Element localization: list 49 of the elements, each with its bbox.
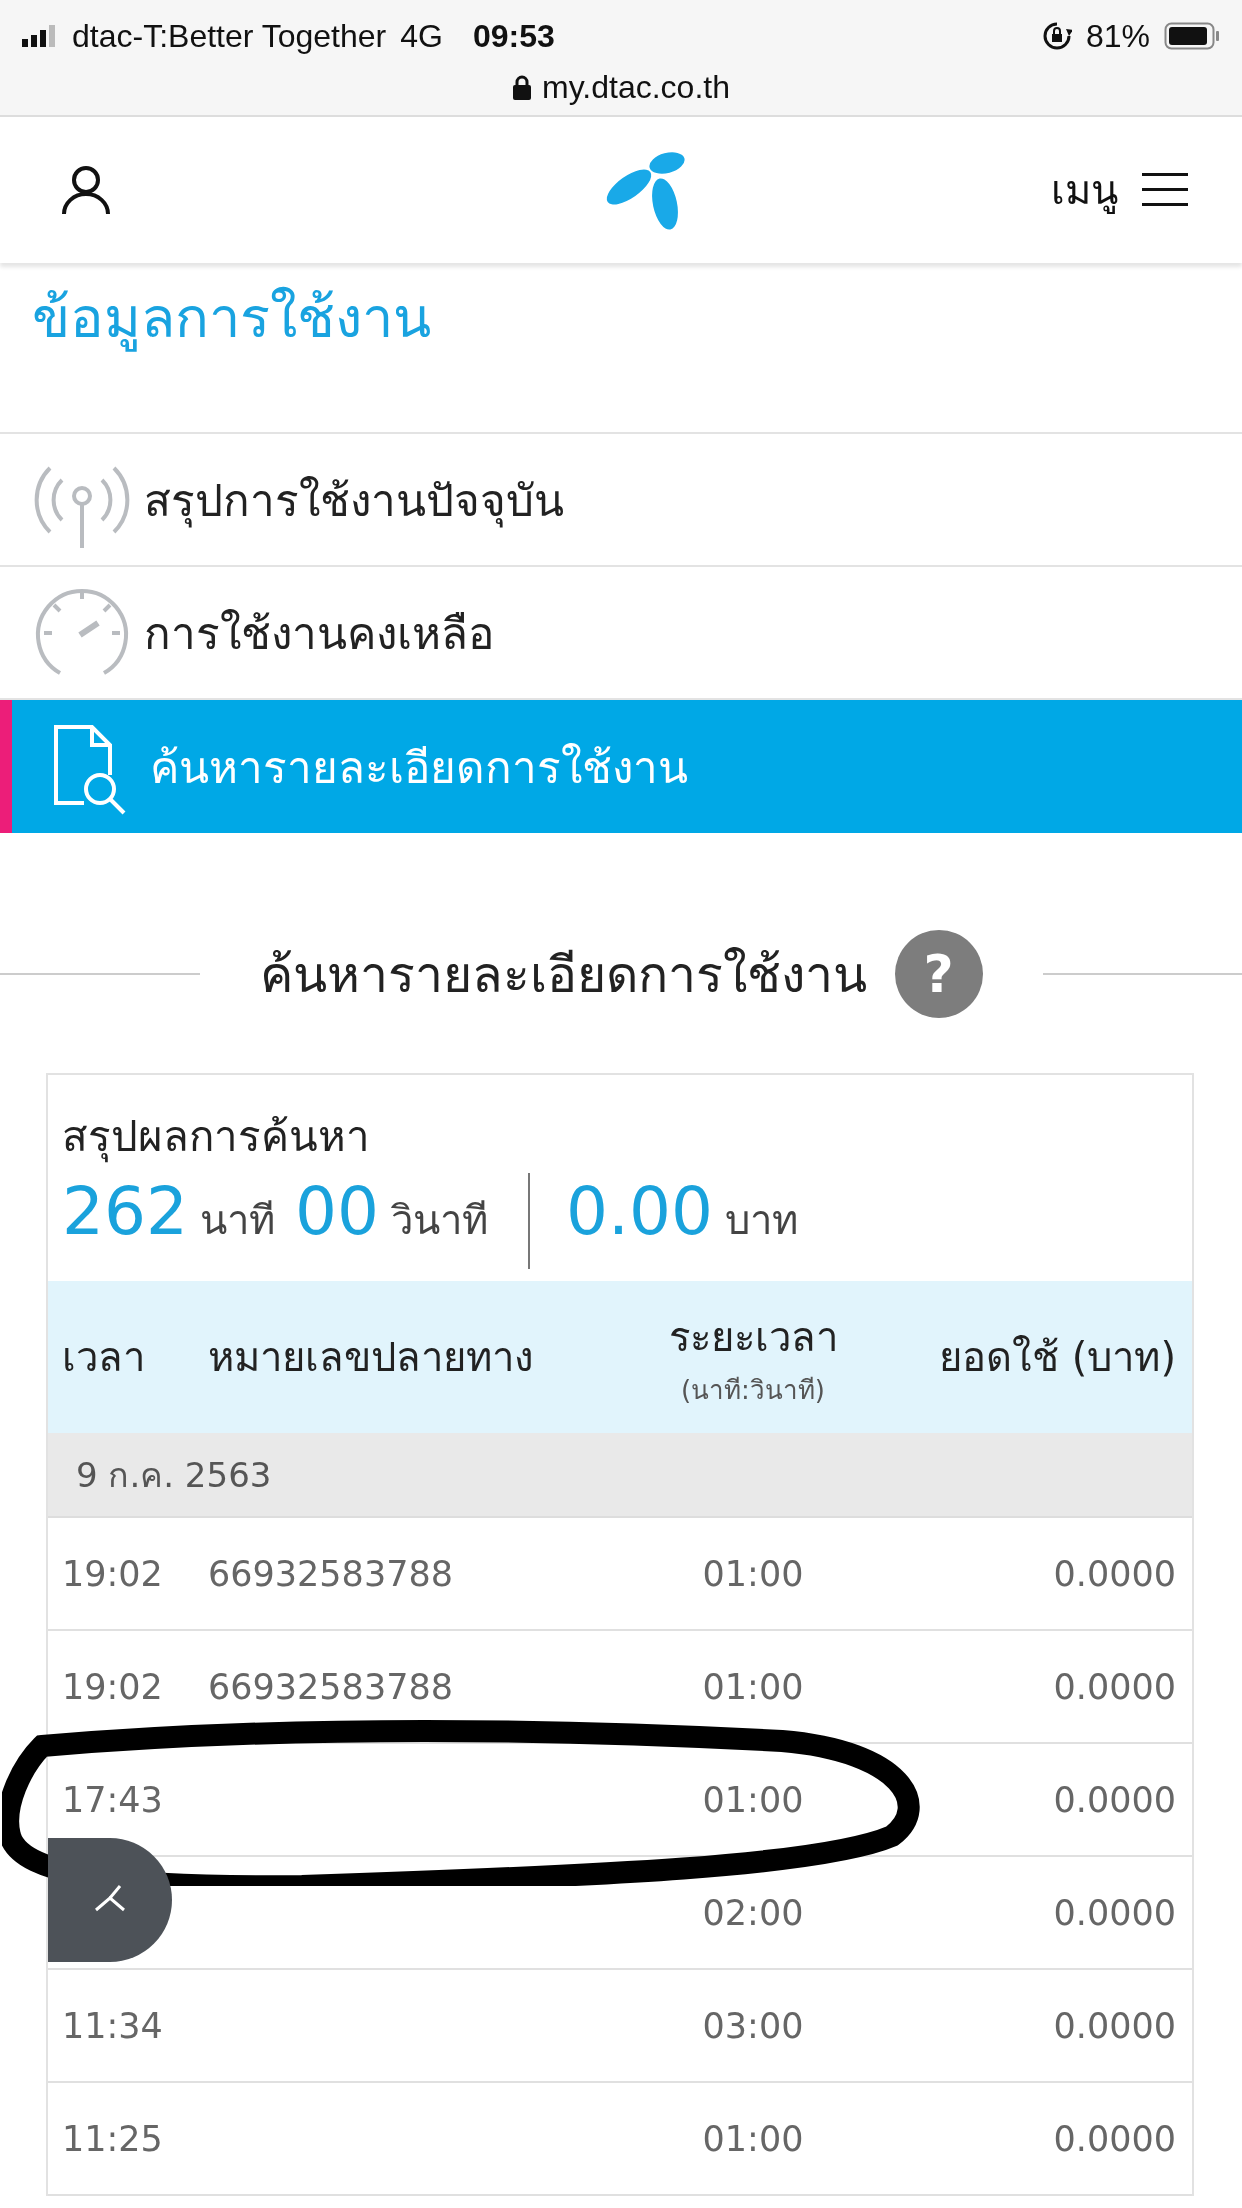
date-group-label: 9 ก.ค. 2563 — [76, 1453, 272, 1497]
minutes-unit: นาที — [200, 1196, 275, 1245]
table-cell: 0.0000 — [1053, 1666, 1176, 1707]
table-cell: 19:02 — [62, 1553, 163, 1594]
battery-percent: 81% — [1085, 17, 1150, 55]
url-text: my.dtac.co.th — [542, 68, 730, 106]
amount-value: 0.00 — [565, 1173, 713, 1250]
page-title: ข้อมูลการใช้งาน — [32, 284, 432, 354]
table-cell: 01:00 — [702, 1779, 804, 1820]
menu-button[interactable]: เมนู — [1051, 158, 1188, 222]
table-cell: 17:43 — [62, 1779, 163, 1820]
column-subheader: (นาที:วินาที) — [680, 1373, 825, 1407]
table-cell: 0.0000 — [1053, 1553, 1176, 1594]
floating-button[interactable] — [48, 1838, 172, 1962]
column-header: หมายเลขปลายทาง — [208, 1333, 535, 1382]
table-cell: 0.0000 — [1053, 2005, 1176, 2046]
menu-item[interactable]: สรุปการใช้งานปัจจุบัน — [0, 434, 1242, 567]
table-cell: 11:34 — [62, 2005, 163, 2046]
table-cell: 02:00 — [702, 1892, 804, 1933]
table-cell: 11:25 — [62, 2118, 163, 2159]
minutes-value: 262 — [62, 1173, 188, 1250]
help-button[interactable]: ? — [894, 930, 983, 1018]
seconds-unit: วินาที — [390, 1196, 488, 1245]
network-type: 4G — [400, 17, 443, 55]
clock: 09:53 — [472, 17, 555, 55]
table-cell: 0.0000 — [1053, 1779, 1176, 1820]
column-header: เวลา — [61, 1333, 146, 1382]
column-header: ระยะเวลา — [668, 1312, 838, 1362]
rotation-lock-icon — [1041, 21, 1072, 51]
table-cell: 03:00 — [702, 2005, 804, 2046]
lock-icon — [512, 74, 533, 100]
carrier-name: dtac-T:Better Together — [72, 17, 387, 55]
table-cell: 66932583788 — [208, 1666, 453, 1707]
table-cell: 19:02 — [62, 1666, 163, 1707]
menu-icon — [1142, 172, 1188, 208]
user-icon — [60, 164, 112, 216]
battery-icon — [1164, 22, 1220, 50]
table-cell: 0.0000 — [1053, 1892, 1176, 1933]
table-cell: 01:00 — [702, 2118, 804, 2159]
signal-icon — [22, 25, 58, 47]
table-cell: 01:00 — [702, 1553, 804, 1594]
summary-title: สรุปผลการค้นหา — [62, 1111, 371, 1165]
table-cell: 0.0000 — [1053, 2118, 1176, 2159]
column-header: ยอดใช้ (บาท) — [938, 1333, 1177, 1382]
table-cell: 66932583788 — [208, 1553, 453, 1594]
seconds-value: 00 — [295, 1173, 379, 1250]
section-heading: ค้นหารายละเอียดการใช้งาน — [259, 944, 867, 1006]
amount-unit: บาท — [724, 1196, 798, 1245]
table-cell: 01:00 — [702, 1666, 804, 1707]
